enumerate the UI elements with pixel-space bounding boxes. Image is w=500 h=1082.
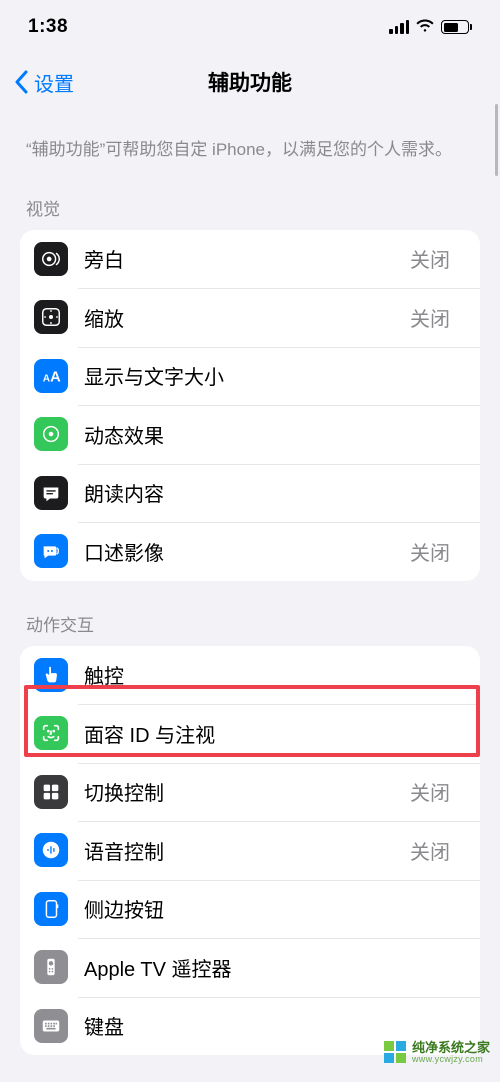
chevron-right-icon [456,957,466,978]
keyboard-icon [34,1009,68,1043]
watermark-title: 纯净系统之家 [412,1041,490,1055]
audio-description-icon [34,534,68,568]
row-label: 缩放 [84,303,410,332]
cellular-icon [389,20,409,34]
row-label: 显示与文字大小 [84,361,450,390]
row-audio-descriptions[interactable]: 口述影像 关闭 [20,522,480,581]
zoom-icon [34,300,68,334]
row-status: 关闭 [410,303,450,332]
chevron-right-icon [456,365,466,386]
group-visual: 旁白 关闭 缩放 关闭 AA 显示与文字大小 动态效果 [20,230,480,581]
row-label: 触控 [84,660,450,689]
watermark: 纯净系统之家 www.ycwjzy.com [384,1041,490,1064]
svg-text:A: A [50,369,61,385]
wifi-icon [415,15,435,40]
section-header-visual: 视觉 [20,185,480,230]
row-motion[interactable]: 动态效果 [20,405,480,464]
chevron-right-icon [456,424,466,445]
watermark-logo-icon [384,1041,406,1063]
chevron-right-icon [456,723,466,744]
row-status: 关闭 [410,537,450,566]
row-label: 切换控制 [84,777,410,806]
row-face-id-attention[interactable]: 面容 ID 与注视 [20,704,480,763]
chevron-right-icon [456,541,466,562]
scrollbar[interactable] [495,104,498,176]
row-label: 朗读内容 [84,478,450,507]
switch-control-icon [34,775,68,809]
row-zoom[interactable]: 缩放 关闭 [20,288,480,347]
row-label: 面容 ID 与注视 [84,719,450,748]
row-voice-control[interactable]: 语音控制 关闭 [20,821,480,880]
nav-bar: 设置 辅助功能 [0,54,500,110]
row-label: 旁白 [84,244,410,273]
row-status: 关闭 [410,836,450,865]
chevron-right-icon [456,840,466,861]
watermark-url: www.ycwjzy.com [412,1055,490,1064]
chevron-right-icon [456,664,466,685]
status-bar: 1:38 [0,0,500,54]
side-button-icon [34,892,68,926]
text-size-icon: AA [34,359,68,393]
page-title: 辅助功能 [208,67,292,97]
row-label: 键盘 [84,1011,450,1040]
row-label: 侧边按钮 [84,894,450,923]
voiceover-icon [34,242,68,276]
apple-tv-remote-icon [34,950,68,984]
chevron-right-icon [456,1015,466,1036]
row-label: 动态效果 [84,420,450,449]
chevron-right-icon [456,781,466,802]
status-indicators [389,15,472,40]
row-status: 关闭 [410,777,450,806]
section-header-motor: 动作交互 [20,581,480,646]
row-apple-tv-remote[interactable]: Apple TV 遥控器 [20,938,480,997]
row-voiceover[interactable]: 旁白 关闭 [20,230,480,289]
intro-text: “辅助功能”可帮助您自定 iPhone，以满足您的个人需求。 [20,110,480,185]
back-button[interactable]: 设置 [8,64,80,101]
chevron-left-icon [14,70,30,94]
back-label: 设置 [34,68,74,97]
battery-icon [441,20,472,34]
touch-icon [34,658,68,692]
row-status: 关闭 [410,244,450,273]
chevron-right-icon [456,248,466,269]
row-display-text-size[interactable]: AA 显示与文字大小 [20,347,480,406]
voice-control-icon [34,833,68,867]
row-spoken-content[interactable]: 朗读内容 [20,464,480,523]
chevron-right-icon [456,307,466,328]
spoken-content-icon [34,476,68,510]
row-label: 语音控制 [84,836,410,865]
row-touch[interactable]: 触控 [20,646,480,705]
group-motor: 触控 面容 ID 与注视 切换控制 关闭 语音控制 关闭 [20,646,480,1056]
motion-icon [34,417,68,451]
chevron-right-icon [456,898,466,919]
row-side-button[interactable]: 侧边按钮 [20,880,480,939]
row-label: Apple TV 遥控器 [84,953,450,982]
face-id-icon [34,716,68,750]
status-time: 1:38 [28,16,68,38]
row-label: 口述影像 [84,537,410,566]
chevron-right-icon [456,482,466,503]
row-switch-control[interactable]: 切换控制 关闭 [20,763,480,822]
